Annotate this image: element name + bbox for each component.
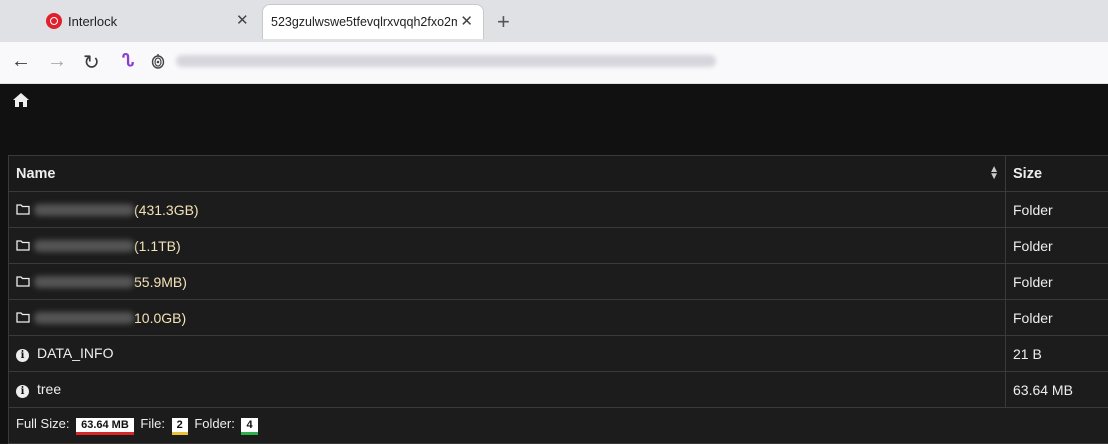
info-icon: i: [16, 385, 29, 398]
page-content: Name ▲▼ Size (431.3GB) Folder (1.1TB): [0, 84, 1108, 443]
sort-icon[interactable]: ▲▼: [989, 166, 999, 180]
folder-link[interactable]: (431.3GB): [16, 202, 998, 218]
folder-icon: [16, 276, 30, 287]
file-link[interactable]: tree: [37, 381, 61, 397]
size-cell: Folder: [1006, 264, 1108, 300]
table-header: Name ▲▼ Size: [9, 156, 1108, 192]
file-count-badge: 2: [172, 418, 188, 435]
table-row[interactable]: itree 63.64 MB: [9, 372, 1108, 408]
tab-bar: Interlock ✕ 523gzulwswe5tfevqlrxvqqh2fxo…: [0, 0, 1108, 42]
folder-icon: [16, 240, 30, 251]
size-column-header[interactable]: Size: [1006, 156, 1108, 192]
folder-link[interactable]: (1.1TB): [16, 238, 998, 254]
onion-icon[interactable]: [151, 53, 165, 69]
reload-button[interactable]: ↻: [83, 50, 100, 75]
size-cell: Folder: [1006, 300, 1108, 336]
file-link[interactable]: DATA_INFO: [37, 345, 114, 361]
full-size-badge: 63.64 MB: [76, 418, 134, 435]
redacted-name: [34, 276, 134, 288]
file-label: File:: [140, 416, 165, 431]
circuit-icon[interactable]: ᔐ: [122, 51, 134, 71]
table-row[interactable]: (1.1TB) Folder: [9, 228, 1108, 264]
name-column-header[interactable]: Name ▲▼: [9, 156, 1006, 192]
size-cell: 21 B: [1006, 336, 1108, 372]
close-icon[interactable]: ✕: [460, 12, 473, 30]
folder-link[interactable]: 55.9MB): [16, 274, 998, 290]
table-row[interactable]: 10.0GB) Folder: [9, 300, 1108, 336]
summary-row: Full Size: 63.64 MB File: 2 Folder: 4: [9, 408, 1108, 444]
table-row[interactable]: 55.9MB) Folder: [9, 264, 1108, 300]
table-row[interactable]: i DATA_INFO 21 B: [9, 336, 1108, 372]
nav-toolbar: ← → ↻ ᔐ: [0, 42, 1108, 84]
url-bar[interactable]: [176, 55, 716, 67]
size-cell: Folder: [1006, 228, 1108, 264]
forward-button[interactable]: →: [47, 50, 67, 73]
size-cell: 63.64 MB: [1006, 372, 1108, 408]
size-cell: Folder: [1006, 192, 1108, 228]
info-icon: i: [16, 349, 29, 362]
tab-active[interactable]: 523gzulwswe5tfevqlrxvqqh2fxo2mw ✕: [262, 4, 484, 39]
folder-link[interactable]: 10.0GB): [16, 310, 998, 326]
close-icon[interactable]: ✕: [236, 11, 249, 29]
folder-icon: [16, 204, 30, 215]
full-size-label: Full Size:: [16, 416, 69, 431]
tab-interlock[interactable]: Interlock ✕: [0, 0, 262, 42]
tab-title: 523gzulwswe5tfevqlrxvqqh2fxo2mw: [271, 15, 457, 29]
folder-count-badge: 4: [241, 418, 257, 435]
table-row[interactable]: (431.3GB) Folder: [9, 192, 1108, 228]
redacted-name: [34, 312, 134, 324]
file-table: Name ▲▼ Size (431.3GB) Folder (1.1TB): [8, 155, 1108, 444]
folder-icon: [16, 312, 30, 323]
folder-label: Folder:: [194, 416, 234, 431]
redacted-name: [34, 204, 134, 216]
redacted-name: [34, 240, 134, 252]
back-button[interactable]: ←: [11, 50, 31, 73]
tab-title: Interlock: [68, 14, 117, 29]
new-tab-button[interactable]: +: [497, 9, 510, 35]
interlock-favicon-icon: [46, 13, 62, 29]
home-icon[interactable]: [12, 92, 30, 108]
